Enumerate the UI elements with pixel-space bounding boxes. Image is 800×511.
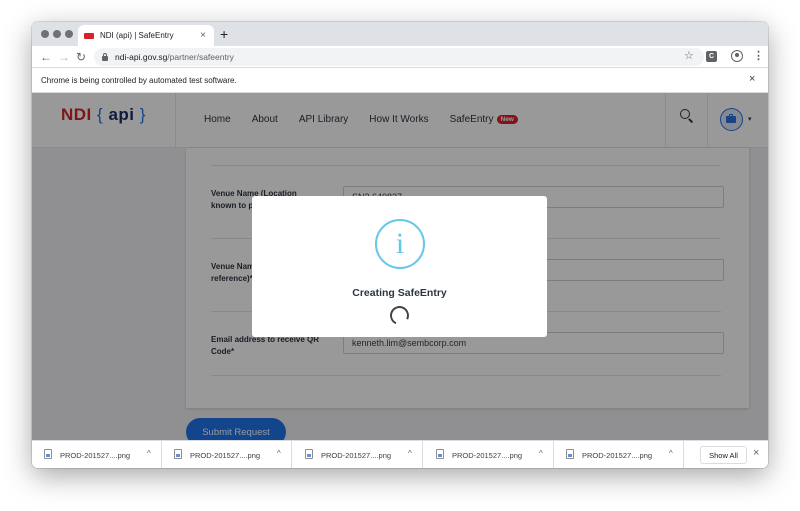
image-file-icon xyxy=(436,449,444,459)
image-file-icon xyxy=(305,449,313,459)
image-file-icon xyxy=(566,449,574,459)
loading-modal: i Creating SafeEntry xyxy=(252,196,547,337)
reload-button[interactable]: ↻ xyxy=(76,49,86,65)
chevron-up-icon[interactable]: ^ xyxy=(669,449,673,458)
back-button[interactable]: ← xyxy=(40,49,52,65)
lock-icon xyxy=(102,52,108,61)
tab-close-icon[interactable]: × xyxy=(198,30,208,41)
new-tab-button[interactable]: + xyxy=(220,26,228,42)
download-item[interactable]: PROD-201527....png ^ xyxy=(554,441,684,468)
download-item[interactable]: PROD-201527....png ^ xyxy=(32,441,162,468)
chevron-up-icon[interactable]: ^ xyxy=(147,449,151,458)
download-filename: PROD-201527....png xyxy=(190,451,261,460)
modal-title: Creating SafeEntry xyxy=(352,287,447,299)
info-glyph: i xyxy=(395,227,405,260)
profile-icon[interactable] xyxy=(731,50,743,62)
maximize-window-button[interactable] xyxy=(65,30,73,38)
bookmark-star-icon[interactable]: ☆ xyxy=(684,49,694,63)
download-item[interactable]: PROD-201527....png ^ xyxy=(424,441,554,468)
minimize-window-button[interactable] xyxy=(53,30,61,38)
browser-menu-icon[interactable]: ⋮ xyxy=(753,49,764,63)
browser-tab[interactable]: NDI (api) | SafeEntry × xyxy=(78,25,214,46)
image-file-icon xyxy=(44,449,52,459)
page-viewport: NDI { api } Home About API Library How I… xyxy=(32,93,768,440)
chevron-up-icon[interactable]: ^ xyxy=(277,449,281,458)
download-item[interactable]: PROD-201527....png ^ xyxy=(293,441,423,468)
close-window-button[interactable] xyxy=(41,30,49,38)
download-filename: PROD-201527....png xyxy=(321,451,392,460)
address-bar[interactable]: ndi-api.gov.sg/partner/safeentry xyxy=(94,48,704,66)
browser-window: NDI (api) | SafeEntry × + ← → ↻ ndi-api.… xyxy=(32,22,768,468)
url-path: /partner/safeentry xyxy=(167,52,234,62)
site-favicon-icon xyxy=(84,31,94,41)
tab-strip: NDI (api) | SafeEntry × + xyxy=(32,22,768,46)
download-shelf: PROD-201527....png ^ PROD-201527....png … xyxy=(32,440,768,468)
forward-button[interactable]: → xyxy=(58,49,70,65)
download-filename: PROD-201527....png xyxy=(452,451,523,460)
extension-icon[interactable]: C xyxy=(706,51,717,62)
browser-toolbar: ← → ↻ ndi-api.gov.sg/partner/safeentry ☆… xyxy=(32,46,768,68)
show-all-downloads-button[interactable]: Show All xyxy=(700,446,747,464)
image-file-icon xyxy=(174,449,182,459)
download-item[interactable]: PROD-201527....png ^ xyxy=(162,441,292,468)
download-shelf-close-icon[interactable]: × xyxy=(753,447,759,459)
loading-spinner-icon xyxy=(387,303,412,328)
download-filename: PROD-201527....png xyxy=(582,451,653,460)
chevron-up-icon[interactable]: ^ xyxy=(408,449,412,458)
download-filename: PROD-201527....png xyxy=(60,451,131,460)
infobar-message: Chrome is being controlled by automated … xyxy=(41,76,237,85)
tab-title: NDI (api) | SafeEntry xyxy=(100,31,174,40)
infobar-close-icon[interactable]: × xyxy=(749,73,755,85)
info-icon: i xyxy=(375,219,425,269)
automation-infobar: Chrome is being controlled by automated … xyxy=(32,68,768,93)
chevron-up-icon[interactable]: ^ xyxy=(539,449,543,458)
url-host: ndi-api.gov.sg xyxy=(115,52,168,62)
